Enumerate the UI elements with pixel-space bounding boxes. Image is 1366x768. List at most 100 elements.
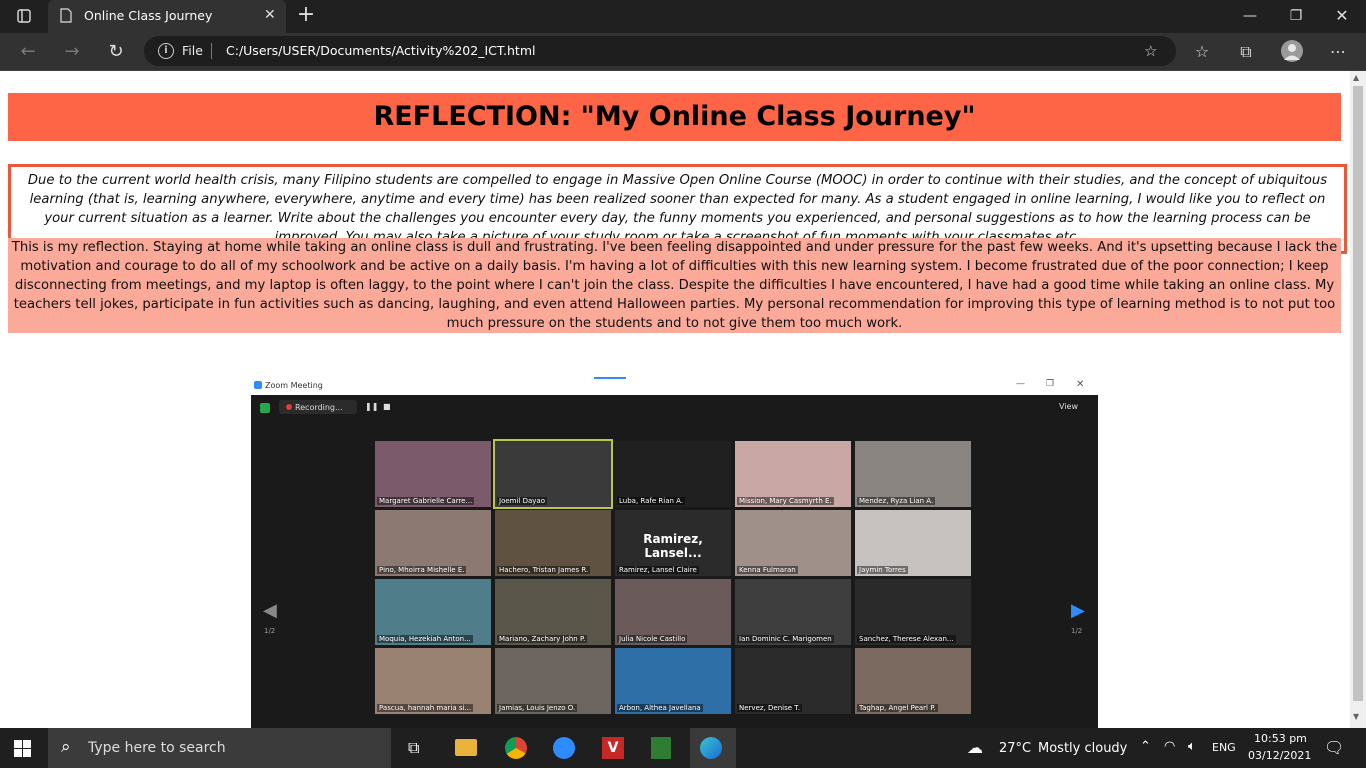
edge-icon[interactable] (700, 737, 722, 759)
shield-icon (260, 403, 270, 413)
show-hidden-icons-icon[interactable]: ⌃ (1140, 739, 1151, 754)
participant-tile: Arbon, Althea Javellana (615, 648, 731, 714)
browser-tab-strip: Online Class Journey ✕ + — ❐ ✕ (0, 0, 1366, 33)
participant-name: Mission, Mary Casmyrth E. (737, 497, 834, 505)
clock-time[interactable]: 10:53 pm (1254, 732, 1307, 745)
restore-button[interactable]: ❐ (1278, 4, 1314, 28)
reflection-text: This is my reflection. Staying at home w… (8, 238, 1341, 333)
participant-tile: Jaymin Torres (855, 510, 971, 576)
zoom-logo-icon (254, 381, 262, 389)
info-icon[interactable]: i (158, 43, 174, 59)
participant-tile: Sanchez, Therese Alexan... (855, 579, 971, 645)
scroll-up-icon[interactable]: ▲ (1353, 73, 1359, 82)
new-tab-button[interactable]: + (294, 4, 318, 28)
participant-name: Kenna Fulmaran (737, 566, 798, 574)
close-tab-icon[interactable]: ✕ (264, 7, 276, 23)
url-text[interactable]: C:/Users/USER/Documents/Activity%202_ICT… (226, 43, 535, 58)
participant-name: Jaymin Torres (857, 566, 908, 574)
scrollbar-thumb[interactable] (1353, 86, 1363, 701)
page-title: REFLECTION: "My Online Class Journey" (8, 93, 1341, 141)
participant-name: Pino, Mhoirra Mishelle E. (377, 566, 467, 574)
zoom-app-icon[interactable] (553, 737, 575, 759)
participant-name: Mendez, Ryza Lian A. (857, 497, 936, 505)
search-icon: ⌕ (61, 737, 71, 757)
forward-button[interactable]: → (58, 39, 86, 65)
participant-name: Ramirez, Lansel Claire (617, 566, 699, 574)
zoom-minimize-icon: — (1016, 379, 1025, 389)
tab-title: Online Class Journey (84, 8, 213, 23)
clock-date[interactable]: 03/12/2021 (1248, 749, 1311, 762)
participant-name: Jamias, Louis Jenzo O. (497, 704, 578, 712)
zoom-restore-icon: ❐ (1046, 379, 1055, 389)
stop-icon: ■ (383, 402, 391, 411)
vivavideo-icon[interactable]: V (602, 737, 624, 759)
zoom-window-title: Zoom Meeting (265, 381, 323, 390)
close-window-button[interactable]: ✕ (1324, 4, 1360, 28)
zoom-titlebar: Zoom Meeting — ❐ ✕ (251, 377, 1098, 395)
notes-app-icon[interactable] (651, 737, 671, 759)
recording-label: Recording... (295, 403, 343, 412)
participant-name: Mariano, Zachary John P. (497, 635, 588, 643)
page-indicator-left: 1/2 (264, 627, 276, 635)
divider (211, 43, 212, 59)
participant-name: Pascua, hannah maria si... (377, 704, 474, 712)
file-explorer-icon[interactable] (455, 739, 477, 756)
participant-tile: Luba, Rafe Rian A. (615, 441, 731, 507)
participant-tile: Nervez, Denise T. (735, 648, 851, 714)
participant-tile: Julia Nicole Castillo (615, 579, 731, 645)
participant-name: Taghap, Angel Pearl P. (857, 704, 938, 712)
windows-start-icon[interactable] (14, 740, 31, 761)
weather-icon[interactable]: ☁ (967, 738, 983, 757)
weather-temp[interactable]: 27°C (999, 741, 1031, 756)
scroll-down-icon[interactable]: ▼ (1353, 712, 1359, 721)
loading-bar (594, 377, 626, 379)
participant-name: Ian Dominic C. Marigomen (737, 635, 834, 643)
participant-tile: Joemil Dayao (493, 439, 613, 509)
chrome-icon[interactable] (505, 737, 527, 759)
participant-tile: Moquia, Hezekiah Anton... (375, 579, 491, 645)
page-viewport: REFLECTION: "My Online Class Journey" Du… (0, 71, 1350, 728)
participant-tile: Mendez, Ryza Lian A. (855, 441, 971, 507)
zoom-gallery: Recording... ❚❚ ■ View ◀ 1/2 ▶ 1/2 Marga… (251, 395, 1098, 728)
pause-icon: ❚❚ (365, 402, 379, 411)
address-toolbar: ← → ↻ i File C:/Users/USER/Documents/Act… (0, 33, 1366, 71)
language-indicator[interactable]: ENG (1212, 741, 1236, 754)
tab-actions-icon[interactable] (16, 8, 32, 24)
participant-tile: Ian Dominic C. Marigomen (735, 579, 851, 645)
participant-tile: Pino, Mhoirra Mishelle E. (375, 510, 491, 576)
minimize-button[interactable]: — (1232, 4, 1268, 28)
participant-tile: Jamias, Louis Jenzo O. (495, 648, 611, 714)
participant-name: Joemil Dayao (497, 497, 547, 505)
participant-tile: Hachero, Tristan James R. (495, 510, 611, 576)
refresh-button[interactable]: ↻ (102, 39, 130, 65)
participant-name: Hachero, Tristan James R. (497, 566, 591, 574)
back-button[interactable]: ← (14, 39, 42, 65)
participant-tile: Margaret Gabrielle Carre... (375, 441, 491, 507)
network-icon[interactable]: ◠ (1164, 739, 1175, 754)
participant-name: Margaret Gabrielle Carre... (377, 497, 475, 505)
participant-tile: Kenna Fulmaran (735, 510, 851, 576)
taskbar: ⌕ Type here to search ⧉ V ☁ 27°C Mostly … (0, 728, 1366, 768)
participant-name: Luba, Rafe Rian A. (617, 497, 686, 505)
weather-desc[interactable]: Mostly cloudy (1038, 741, 1127, 756)
participant-name: Nervez, Denise T. (737, 704, 802, 712)
task-view-icon[interactable]: ⧉ (408, 738, 419, 758)
volume-icon[interactable]: 🔈︎ (1188, 739, 1196, 754)
search-placeholder: Type here to search (88, 740, 226, 756)
browser-tab[interactable]: Online Class Journey ✕ (48, 0, 286, 33)
participant-tile: Ramirez, Lansel... Ramirez, Lansel Claire (615, 510, 731, 576)
participant-tile: Mission, Mary Casmyrth E. (735, 441, 851, 507)
address-bar[interactable]: i File C:/Users/USER/Documents/Activity%… (144, 36, 1176, 66)
participant-name: Arbon, Althea Javellana (617, 704, 703, 712)
notification-icon[interactable]: 🗨︎ (1324, 738, 1344, 757)
add-favorite-icon[interactable]: ☆ (1144, 42, 1157, 60)
more-menu-icon[interactable]: ⋯ (1324, 39, 1352, 65)
taskbar-search-box[interactable]: ⌕ Type here to search (48, 728, 391, 768)
collections-icon[interactable]: ⧉ (1232, 39, 1260, 65)
favorites-icon[interactable]: ☆ (1188, 39, 1216, 65)
profile-avatar[interactable] (1281, 40, 1303, 62)
participant-name: Julia Nicole Castillo (617, 635, 688, 643)
participant-name: Moquia, Hezekiah Anton... (377, 635, 473, 643)
participant-grid: Margaret Gabrielle Carre... Joemil Dayao L… (375, 439, 975, 728)
participant-tile: Mariano, Zachary John P. (495, 579, 611, 645)
